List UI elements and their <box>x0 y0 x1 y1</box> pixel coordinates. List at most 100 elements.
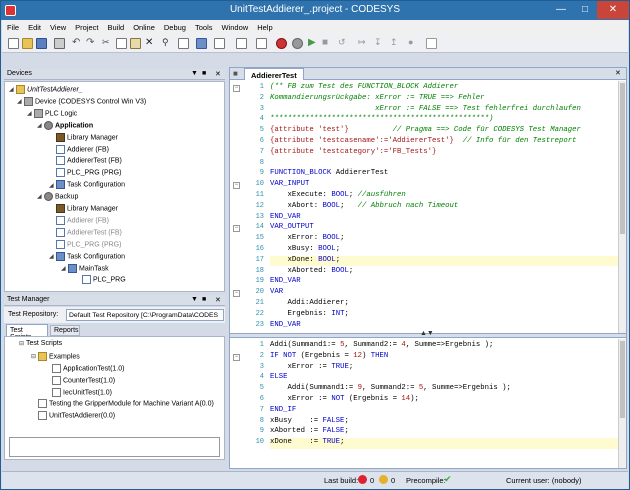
device-tree-item[interactable]: Addierer (FB) <box>49 215 109 227</box>
code-line[interactable]: xBusy: BOOL; <box>270 245 618 256</box>
repository-select[interactable]: Default Test Repository [C:\ProgramData\… <box>66 309 224 321</box>
logout-icon[interactable] <box>292 38 303 49</box>
collapse-icon[interactable]: ⊟ <box>19 340 26 347</box>
device-tree-item[interactable]: PLC_PRG (PRG) <box>49 239 121 251</box>
print-icon[interactable] <box>54 38 65 49</box>
menu-window[interactable]: Window <box>217 20 253 32</box>
collapse-icon[interactable]: ◢ <box>17 98 24 105</box>
test-tree-item[interactable]: IecUnitTest(1.0) <box>45 388 112 399</box>
device-tree-item[interactable]: PLC_PRG (PRG) <box>49 168 121 179</box>
fold-toggle-icon[interactable]: − <box>233 353 240 361</box>
write-values-icon[interactable] <box>426 38 437 49</box>
tab-addierertest[interactable]: AddiererTest <box>244 68 304 80</box>
device-tree-item[interactable]: ◢ Task Configuration <box>49 180 125 191</box>
code-line[interactable]: {attribute 'testcasename':='AddiererTest… <box>270 137 618 148</box>
stop-icon[interactable]: ■ <box>322 38 333 49</box>
device-tree-item[interactable]: ◢ MainTask <box>61 263 109 275</box>
select-all-icon[interactable] <box>214 38 225 49</box>
test-tree-item[interactable]: UnitTestAddierer(0.0) <box>31 411 115 422</box>
code-line[interactable]: VAR_OUTPUT <box>270 223 618 234</box>
device-tree-item[interactable]: Library Manager <box>49 132 118 144</box>
redo-icon[interactable]: ↷ <box>86 38 97 49</box>
reset-icon[interactable]: ↺ <box>338 38 349 49</box>
step-over-icon[interactable]: ↦ <box>358 38 369 49</box>
code-line[interactable]: xAbort: BOOL; // Abbruch nach Timeout <box>270 202 618 213</box>
code-line[interactable]: Kommandierungsrückgabe: xError := TRUE =… <box>270 94 618 105</box>
device-tree-item[interactable]: ◢ Backup <box>37 192 78 203</box>
tab-test-scripts[interactable]: Test Scripts <box>6 324 48 341</box>
code-line[interactable]: Addi:Addierer; <box>270 299 618 310</box>
maximize-button[interactable]: □ <box>573 1 597 19</box>
code-line[interactable]: xError := FALSE ==> Test fehlerfrei durc… <box>270 105 618 116</box>
login-icon[interactable] <box>276 38 287 49</box>
panel-close-icon[interactable]: ✕ <box>215 70 221 78</box>
paste-icon[interactable] <box>130 38 141 49</box>
code-line[interactable]: (** FB zum Test des FUNCTION_BLOCK Addie… <box>270 83 618 94</box>
code-line[interactable]: xError := NOT (Ergebnis = 14); <box>270 395 618 406</box>
code-line[interactable]: xDone: BOOL; <box>270 255 618 267</box>
panel-dropdown-icon[interactable]: ▼ <box>191 296 198 303</box>
minimize-button[interactable]: — <box>549 1 573 19</box>
vertical-scrollbar[interactable] <box>618 81 626 333</box>
menu-online[interactable]: Online <box>128 20 159 32</box>
code-line[interactable]: Addi(Summand1:= 9, Summand2:= 5, Summe=>… <box>270 384 618 395</box>
code-line[interactable]: {attribute 'test'} // Pragma ==> Code fü… <box>270 126 618 137</box>
menu-file[interactable]: File <box>2 20 23 32</box>
code-line[interactable] <box>270 159 618 170</box>
editor-splitter[interactable]: ▲▼ <box>230 330 626 338</box>
panel-close-icon[interactable]: ✕ <box>215 296 221 304</box>
collapse-icon[interactable]: ◢ <box>49 253 56 260</box>
layout-dropdown-icon[interactable] <box>256 38 267 49</box>
collapse-icon[interactable]: ◢ <box>27 110 34 117</box>
collapse-icon[interactable]: ◢ <box>61 265 68 272</box>
close-button[interactable]: ✕ <box>597 1 629 19</box>
test-tree-item[interactable]: ⊟ Test Scripts <box>19 340 62 351</box>
device-tree-item[interactable]: AddiererTest (FB) <box>49 156 122 167</box>
code-line[interactable]: ELSE <box>270 373 618 384</box>
code-line[interactable]: {attribute 'testcategory':='FB_Tests'} <box>270 148 618 159</box>
collapse-icon[interactable]: ◢ <box>37 122 44 129</box>
code-line[interactable]: xExecute: BOOL; //ausführen <box>270 191 618 202</box>
start-icon[interactable]: ▶ <box>308 38 319 49</box>
find-icon[interactable]: ⚲ <box>162 38 173 49</box>
code-line[interactable]: Addi(Summand1:= 5, Summand2:= 4, Summe=>… <box>270 341 618 352</box>
new-project-icon[interactable] <box>8 38 19 49</box>
code-line[interactable]: ****************************************… <box>270 115 618 126</box>
find-replace-icon[interactable] <box>178 38 189 49</box>
menu-build[interactable]: Build <box>103 20 129 32</box>
bookmark-icon[interactable] <box>196 38 207 49</box>
scrollbar-thumb[interactable] <box>620 83 625 235</box>
fold-toggle-icon[interactable]: − <box>233 290 240 298</box>
device-tree-item[interactable]: ◢ Device (CODESYS Control Win V3) <box>17 96 146 108</box>
collapse-icon[interactable]: ⊟ <box>31 353 38 360</box>
test-tree-item[interactable]: ApplicationTest(1.0) <box>45 364 124 375</box>
fold-toggle-icon[interactable]: − <box>233 85 240 92</box>
test-tree-item[interactable]: Testing the GripperModule for Machine Va… <box>31 399 214 410</box>
code-line[interactable]: FUNCTION_BLOCK AddiererTest <box>270 169 618 180</box>
pin-icon[interactable]: ■ <box>202 70 206 77</box>
menu-view[interactable]: View <box>45 20 70 32</box>
device-tree-item[interactable]: Addierer (FB) <box>49 144 109 156</box>
cut-icon[interactable]: ✂ <box>102 38 113 49</box>
pin-icon[interactable]: ■ <box>202 296 206 303</box>
code-line[interactable]: END_VAR <box>270 321 618 332</box>
code-line[interactable]: xAborted := FALSE; <box>270 427 618 438</box>
undo-icon[interactable]: ↶ <box>72 38 83 49</box>
device-tree-item[interactable]: ◢ PLC Logic <box>27 108 77 120</box>
code-line[interactable]: IF NOT (Ergebnis = 12) THEN <box>270 352 618 363</box>
layout-icon[interactable] <box>236 38 247 49</box>
collapse-icon[interactable]: ◢ <box>9 86 16 93</box>
device-tree-item[interactable]: ◢ Application <box>37 120 93 132</box>
code-line[interactable]: xError := TRUE; <box>270 363 618 374</box>
delete-icon[interactable]: ✕ <box>145 38 156 49</box>
code-line[interactable]: END_IF <box>270 406 618 417</box>
menu-help[interactable]: Help <box>252 20 276 32</box>
vertical-scrollbar[interactable] <box>618 339 626 468</box>
device-tree-item[interactable]: Library Manager <box>49 204 118 215</box>
test-tree-item[interactable]: CounterTest(1.0) <box>45 376 115 387</box>
editor-tab-close-icon[interactable]: ✕ <box>615 69 621 77</box>
code-line[interactable]: xError: BOOL; <box>270 234 618 245</box>
device-tree-item[interactable]: PLC_PRG <box>75 275 126 286</box>
fold-toggle-icon[interactable]: − <box>233 225 240 233</box>
device-tree-item[interactable]: ◢ UnitTestAddierer_ <box>9 85 83 96</box>
